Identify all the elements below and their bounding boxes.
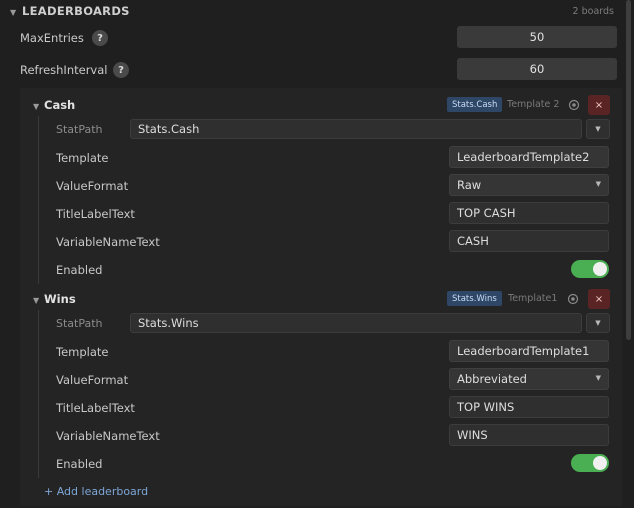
- statpath-dropdown-button[interactable]: ▼: [586, 313, 610, 333]
- titlelabeltext-label: TitleLabelText: [56, 401, 135, 415]
- section-title: LEADERBOARDS: [22, 4, 130, 18]
- board-tree-line: [38, 116, 39, 284]
- board-stat-tag: Stats.Cash: [447, 97, 503, 112]
- add-leaderboard-link[interactable]: + Add leaderboard: [44, 485, 148, 498]
- setting-label-maxentries: MaxEntries: [20, 31, 84, 45]
- template-value: LeaderboardTemplate1: [457, 344, 590, 358]
- help-icon[interactable]: ?: [92, 30, 108, 46]
- template-value: LeaderboardTemplate2: [457, 150, 590, 164]
- valueformat-value: Raw: [457, 178, 482, 192]
- board-count: 2 boards: [572, 6, 614, 17]
- template-dropdown[interactable]: LeaderboardTemplate2: [449, 146, 609, 168]
- statpath-dropdown-button[interactable]: ▼: [586, 119, 610, 139]
- chevron-down-icon: ▼: [595, 319, 601, 327]
- board-stat-tag: Stats.Wins: [447, 291, 502, 306]
- variablenametext-label: VariableNameText: [56, 235, 160, 249]
- gear-icon[interactable]: [567, 293, 579, 305]
- section-collapse-caret-icon[interactable]: ▼: [10, 8, 16, 17]
- enabled-label: Enabled: [56, 263, 103, 277]
- valueformat-dropdown[interactable]: Abbreviated ▼: [449, 368, 609, 390]
- valueformat-label: ValueFormat: [56, 179, 129, 193]
- toggle-knob: [593, 456, 607, 470]
- toggle-knob: [593, 262, 607, 276]
- titlelabeltext-label: TitleLabelText: [56, 207, 135, 221]
- template-label: Template: [56, 345, 109, 359]
- board-tree-line: [38, 310, 39, 478]
- statpath-input[interactable]: Stats.Wins: [130, 313, 582, 333]
- remove-board-button[interactable]: ×: [588, 95, 610, 115]
- statpath-label: StatPath: [56, 317, 103, 330]
- chevron-down-icon: ▼: [595, 125, 601, 133]
- setting-label-refreshinterval: RefreshInterval: [20, 63, 108, 77]
- variablenametext-label: VariableNameText: [56, 429, 160, 443]
- enabled-toggle[interactable]: [571, 454, 609, 472]
- titlelabeltext-input[interactable]: TOP CASH: [449, 202, 609, 224]
- chevron-down-icon: ▼: [595, 180, 601, 188]
- board-template-name: Template1: [508, 293, 558, 304]
- template-dropdown[interactable]: LeaderboardTemplate1: [449, 340, 609, 362]
- valueformat-label: ValueFormat: [56, 373, 129, 387]
- variablenametext-input[interactable]: WINS: [449, 424, 609, 446]
- refreshinterval-input[interactable]: 60: [457, 58, 617, 80]
- chevron-down-icon: ▼: [595, 374, 601, 382]
- gear-icon[interactable]: [568, 99, 580, 111]
- board-collapse-caret-icon[interactable]: ▼: [33, 296, 39, 305]
- remove-board-button[interactable]: ×: [588, 289, 610, 309]
- enabled-label: Enabled: [56, 457, 103, 471]
- board-title: Cash: [44, 98, 76, 112]
- valueformat-dropdown[interactable]: Raw ▼: [449, 174, 609, 196]
- valueformat-value: Abbreviated: [457, 372, 527, 386]
- scrollbar[interactable]: [626, 0, 631, 340]
- maxentries-input[interactable]: 50: [457, 26, 617, 48]
- board-title: Wins: [44, 292, 76, 306]
- statpath-input[interactable]: Stats.Cash: [130, 119, 582, 139]
- enabled-toggle[interactable]: [571, 260, 609, 278]
- help-icon[interactable]: ?: [113, 62, 129, 78]
- board-collapse-caret-icon[interactable]: ▼: [33, 102, 39, 111]
- board-template-name: Template 2: [507, 99, 560, 110]
- statpath-label: StatPath: [56, 123, 103, 136]
- template-label: Template: [56, 151, 109, 165]
- variablenametext-input[interactable]: CASH: [449, 230, 609, 252]
- titlelabeltext-input[interactable]: TOP WINS: [449, 396, 609, 418]
